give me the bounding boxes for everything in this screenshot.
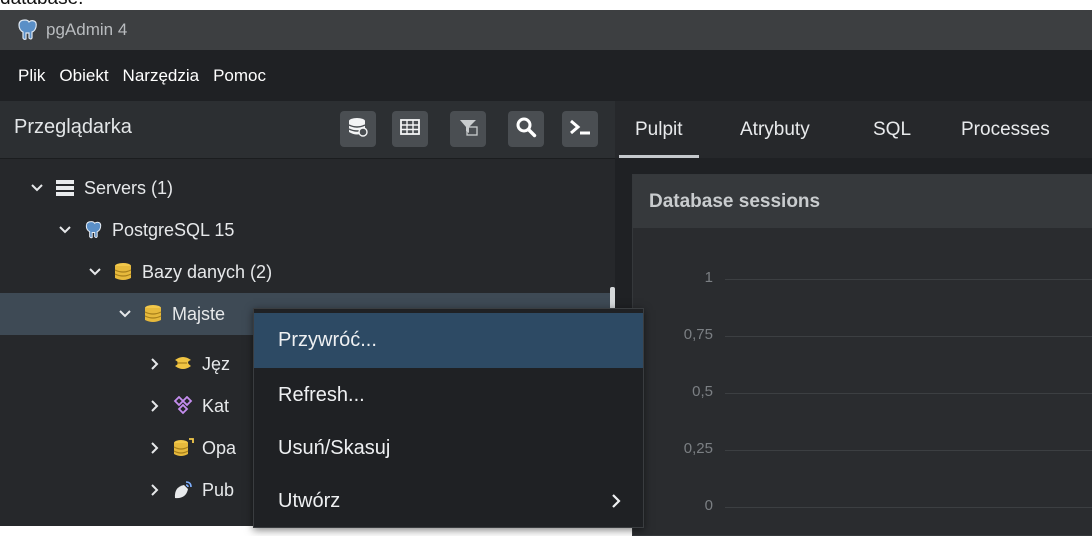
tree-item-postgresql-15[interactable]: PostgreSQL 15 [0, 209, 673, 251]
browser-header: Przeglądarka [0, 101, 615, 159]
tree-item-servers[interactable]: Servers (1) [0, 167, 645, 209]
grid-line [725, 336, 1092, 337]
context-item-refresh[interactable]: Refresh... [254, 368, 643, 423]
psql-tool-button[interactable] [562, 111, 598, 147]
event-triggers-icon [172, 437, 194, 459]
tree-item-label: Jęz [202, 353, 231, 374]
chevron-down-icon[interactable] [58, 223, 72, 237]
table-grid-icon [400, 118, 420, 141]
search-icon [515, 116, 537, 143]
chevron-right-icon[interactable] [148, 483, 162, 497]
filtered-rows-button[interactable] [450, 111, 486, 147]
tree-item-label: Opa [202, 437, 237, 458]
database-icon [142, 303, 164, 325]
languages-icon [172, 353, 194, 375]
tab-label: Pulpit [635, 118, 683, 140]
page-text-fragment: database. [0, 0, 83, 9]
query-tool-db-button[interactable] [340, 111, 376, 147]
tab-label: Processes [961, 118, 1050, 140]
databases-icon [112, 261, 134, 283]
context-item-usun-skasuj[interactable]: Usuń/Skasuj [254, 421, 643, 476]
y-tick: 0,5 [692, 383, 713, 400]
dashboard-panel: Pulpit Atrybuty SQL Processes Database s… [615, 101, 1092, 536]
context-item-przywroc[interactable]: Przywróć... [254, 313, 643, 368]
servers-icon [54, 177, 76, 199]
tree-item-bazy-danych[interactable]: Bazy danych (2) [0, 251, 703, 293]
context-item-label: Utwórz [278, 490, 341, 512]
context-item-label: Refresh... [278, 384, 365, 406]
context-item-label: Usuń/Skasuj [278, 437, 391, 459]
publications-icon [172, 479, 194, 501]
grid-line [725, 450, 1092, 451]
table-filter-icon [458, 118, 478, 141]
chevron-down-icon[interactable] [88, 265, 102, 279]
chevron-down-icon[interactable] [30, 181, 44, 195]
window-titlebar: pgAdmin 4 [0, 10, 1092, 50]
tab-label: SQL [873, 118, 912, 140]
database-sessions-card: Database sessions 1 0,75 0,5 0,25 0 [632, 174, 1092, 536]
tab-sql[interactable]: SQL [873, 101, 911, 158]
tree-item-label: PostgreSQL 15 [112, 219, 235, 240]
y-tick: 0 [704, 497, 713, 514]
context-item-label: Przywróć... [278, 329, 377, 351]
tree-item-label: Bazy danych (2) [142, 261, 273, 282]
context-menu: Przywróć... Refresh... Usuń/Skasuj Utwór… [253, 308, 644, 528]
menu-obiekt[interactable]: Obiekt [59, 66, 108, 86]
tab-label: Atrybuty [740, 118, 810, 140]
search-objects-button[interactable] [508, 111, 544, 147]
context-item-utworz[interactable]: Utwórz [254, 474, 643, 529]
chevron-right-icon [611, 492, 621, 515]
chevron-right-icon[interactable] [148, 357, 162, 371]
menu-pomoc[interactable]: Pomoc [213, 66, 266, 86]
view-data-button[interactable] [392, 111, 428, 147]
browser-title: Przeglądarka [14, 116, 132, 138]
y-tick: 1 [704, 269, 713, 286]
tree-item-label: Majste [172, 303, 226, 324]
terminal-icon [568, 117, 592, 142]
chevron-right-icon[interactable] [148, 441, 162, 455]
card-title: Database sessions [649, 191, 821, 212]
grid-line [725, 279, 1092, 280]
tree-item-label: Servers (1) [84, 177, 174, 198]
tree-item-label: Pub [202, 479, 235, 500]
tab-bar: Pulpit Atrybuty SQL Processes [615, 101, 1092, 158]
tab-pulpit[interactable]: Pulpit [619, 101, 698, 158]
card-header: Database sessions [633, 175, 1092, 228]
chevron-right-icon[interactable] [148, 399, 162, 413]
postgresql-icon [82, 219, 104, 241]
grid-line [725, 507, 1092, 508]
menubar: Plik Obiekt Narzędzia Pomoc [0, 50, 1092, 101]
tab-atrybuty[interactable]: Atrybuty [740, 101, 810, 158]
y-tick: 0,25 [683, 440, 713, 457]
database-query-icon [347, 116, 369, 143]
pgadmin-elephant-icon [14, 19, 40, 41]
menu-narzedzia[interactable]: Narzędzia [123, 66, 200, 86]
catalogs-icon [172, 395, 194, 417]
menu-plik[interactable]: Plik [18, 66, 45, 86]
window-title: pgAdmin 4 [46, 20, 128, 39]
tab-processes[interactable]: Processes [961, 101, 1050, 158]
y-tick: 0,75 [683, 326, 713, 343]
tree-item-label: Kat [202, 395, 230, 416]
grid-line [725, 393, 1092, 394]
chevron-down-icon[interactable] [118, 307, 132, 321]
